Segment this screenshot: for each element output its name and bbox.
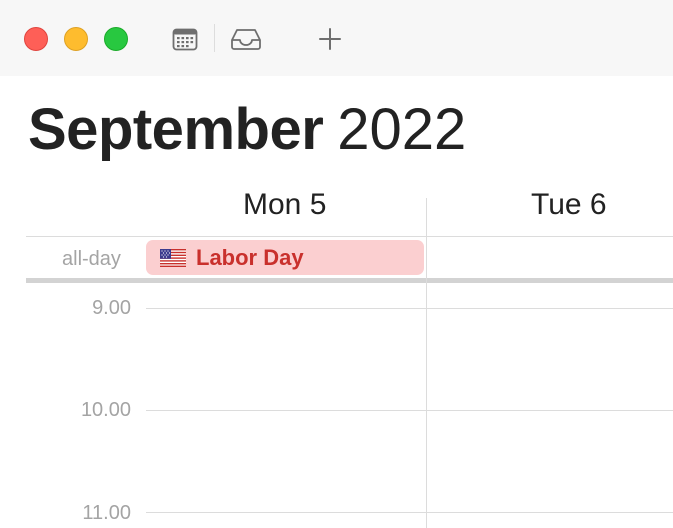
time-label-10: 10.00 [80,399,131,421]
hour-line-9 [146,308,673,309]
calendar-window: September 2022 Mon 5 Tue 6 all-day Labor… [0,0,673,528]
day-column-divider [426,236,427,528]
event-title: Labor Day [196,244,304,270]
plus-icon [319,28,341,50]
title-bar [0,0,673,76]
day-divider-top [426,198,427,236]
minimize-window-button[interactable] [64,27,88,51]
time-label-11: 11.00 [82,502,131,524]
hour-line-11 [146,512,673,513]
toolbar-divider [214,24,215,52]
inbox-button[interactable] [229,22,263,56]
inbox-icon [231,29,261,50]
allday-label: all-day [62,248,121,270]
calendars-button[interactable] [168,22,202,56]
event-labor-day[interactable]: Labor Day [146,240,424,275]
calendar-icon [172,28,198,51]
year-label: 2022 [337,97,467,162]
add-event-button[interactable] [313,22,347,56]
day-header-tue[interactable]: Tue 6 [531,186,607,224]
day-header-line [26,236,673,237]
allday-separator [26,278,673,283]
day-header-mon[interactable]: Mon 5 [243,186,326,224]
zoom-window-button[interactable] [104,27,128,51]
us-flag-icon [160,248,186,267]
month-title: September 2022 [28,96,466,164]
hour-line-10 [146,410,673,411]
month-name: September [28,97,324,162]
time-label-9: 9.00 [92,297,131,319]
close-window-button[interactable] [24,27,48,51]
